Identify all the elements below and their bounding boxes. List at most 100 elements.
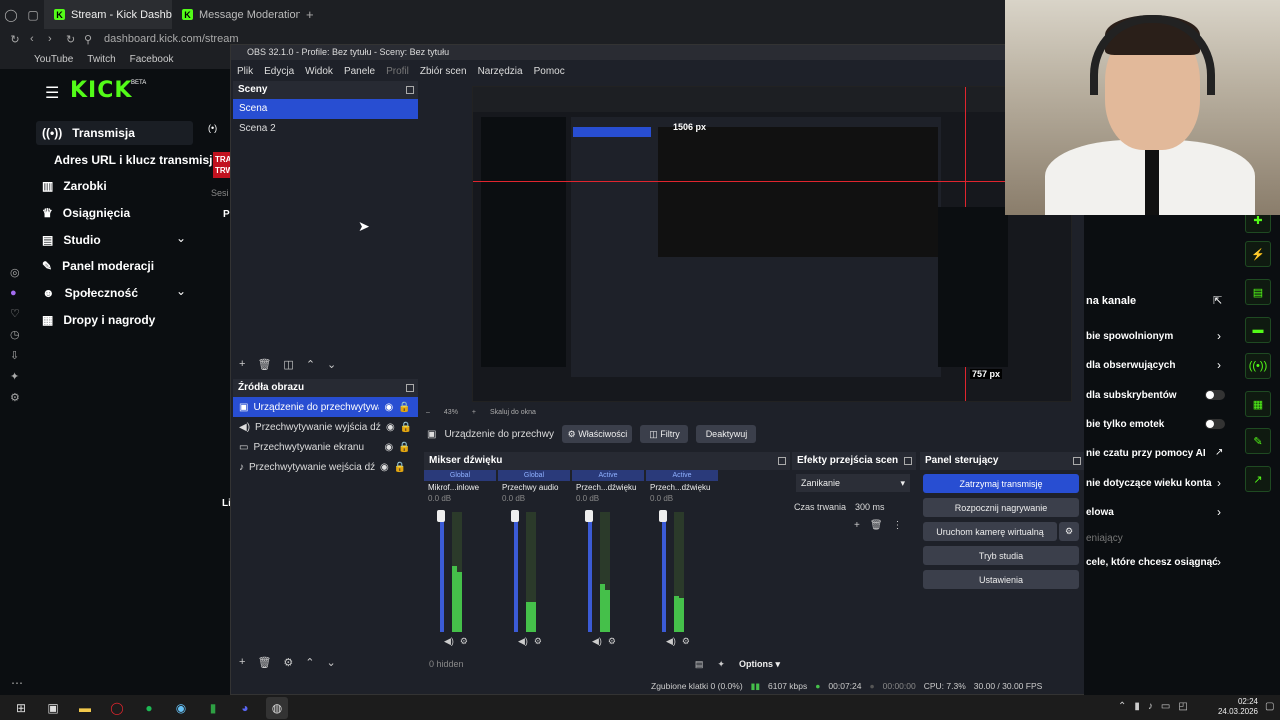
cs-icon[interactable]: ●: [10, 287, 20, 299]
speaker-icon[interactable]: ◀): [518, 636, 528, 647]
virtual-cam-settings-button[interactable]: ⚙: [1059, 522, 1079, 541]
subscribers-toggle[interactable]: [1205, 390, 1225, 400]
spolecznosc-chevron-icon[interactable]: ⌄: [176, 284, 186, 298]
studio-mode-button[interactable]: Tryb studia: [923, 546, 1079, 565]
chevron-right-icon[interactable]: ›: [1217, 505, 1221, 519]
source-item[interactable]: ▭ Przechwytywanie ekranu ◉ 🔒: [233, 437, 418, 457]
filters-button[interactable]: ◫ Filtry: [640, 425, 689, 443]
up-icon[interactable]: ⌃: [305, 656, 314, 669]
lock-icon[interactable]: 🔒: [400, 422, 412, 433]
menu-help[interactable]: Pomoc: [534, 66, 565, 77]
steam-icon[interactable]: ◉: [170, 697, 192, 719]
mixer-options-button[interactable]: Options ▾: [739, 659, 780, 670]
nav-item-transmisja[interactable]: ((•)) Transmisja: [42, 126, 135, 140]
add-icon[interactable]: +: [239, 656, 245, 668]
rail-button[interactable]: ▬: [1245, 317, 1271, 343]
zoom-in-icon[interactable]: +: [472, 409, 476, 416]
rail-button[interactable]: ⚡: [1245, 241, 1271, 267]
goals-item[interactable]: cele, które chcesz osiągnąć: [1086, 557, 1218, 568]
app-icon[interactable]: ▮: [202, 697, 224, 719]
controls-undock-icon[interactable]: [1073, 457, 1081, 465]
bookmark-youtube[interactable]: YouTube: [34, 54, 73, 65]
browser-menu-icon[interactable]: ◯: [0, 8, 22, 22]
opera-icon[interactable]: ◯: [106, 697, 128, 719]
tab-message-moderation[interactable]: K Message Moderation - Kic: [172, 0, 300, 29]
speaker-icon[interactable]: ◀): [666, 636, 676, 647]
nav-item-stream-url[interactable]: Adres URL i klucz transmisji: [54, 153, 216, 167]
kick-logo[interactable]: KICK: [70, 78, 132, 103]
channel-name[interactable]: Przech...dźwięku: [572, 481, 644, 494]
gear-icon[interactable]: ⚙: [608, 636, 616, 647]
down-icon[interactable]: ⌄: [327, 656, 336, 669]
rail-button[interactable]: ▦: [1245, 391, 1271, 417]
transition-select[interactable]: Zanikanie ▾: [796, 474, 910, 492]
nav-item-osiagniecia[interactable]: ♛ Osiągnięcia: [42, 206, 130, 220]
notifications-icon[interactable]: ▢: [1265, 701, 1274, 712]
source-item[interactable]: ◀)Przechwytywanie wyjścia dźwięku◉🔒: [233, 417, 418, 437]
rail-button[interactable]: ↗: [1245, 466, 1271, 492]
chat-setting-ai[interactable]: nie czatu przy pomocy AI: [1086, 448, 1206, 459]
rail-button[interactable]: ((•)): [1245, 353, 1271, 379]
scale-label[interactable]: Skaluj do okna: [490, 409, 536, 416]
hamburger-icon[interactable]: ☰: [45, 83, 59, 103]
source-item[interactable]: ▣Urządzenie do przechwytywania◉🔒: [233, 397, 418, 417]
start-recording-button[interactable]: Rozpocznij nagrywanie: [923, 498, 1079, 517]
chat-setting-followers[interactable]: dla obserwujących: [1086, 360, 1175, 371]
nav-item-studio[interactable]: ▤ Studio: [42, 233, 101, 247]
properties-button[interactable]: ⚙ Właściwości: [562, 425, 633, 443]
emotes-toggle[interactable]: [1205, 419, 1225, 429]
menu-tools[interactable]: Narzędzia: [478, 66, 523, 77]
source-item[interactable]: ♪Przechwytywanie wejścia dźwięku◉🔒: [233, 457, 418, 477]
channel-name[interactable]: Mikrof...inlowe: [424, 481, 496, 494]
forward-icon[interactable]: ›: [48, 33, 66, 45]
spotify-icon[interactable]: ●: [138, 697, 160, 719]
discord-icon[interactable]: ◕: [234, 697, 256, 719]
chat-setting-goal[interactable]: elowa: [1086, 507, 1114, 518]
menu-edit[interactable]: Edycja: [264, 66, 294, 77]
eye-icon[interactable]: ◉: [386, 422, 395, 433]
scene-item[interactable]: Scena 2: [233, 119, 418, 139]
stop-stream-button[interactable]: Zatrzymaj transmisję: [923, 474, 1079, 493]
fader-handle[interactable]: [511, 510, 519, 522]
sources-undock-icon[interactable]: [406, 384, 414, 392]
duration-input[interactable]: 300 ms: [852, 499, 904, 515]
menu-file[interactable]: Plik: [237, 66, 253, 77]
start-icon[interactable]: ⊞: [10, 697, 32, 719]
external-link-icon[interactable]: ↗: [1215, 447, 1223, 458]
nav-item-panel-moderacji[interactable]: ✎ Panel moderacji: [42, 259, 154, 273]
eye-icon[interactable]: ◉: [384, 402, 393, 413]
new-tab-icon[interactable]: +: [306, 7, 314, 22]
zoom-out-icon[interactable]: –: [426, 409, 430, 416]
popout-icon[interactable]: ⇱: [1213, 294, 1222, 307]
lock-icon[interactable]: 🔒: [394, 462, 406, 473]
back-icon[interactable]: ‹: [30, 33, 48, 45]
chat-setting-emotes[interactable]: bie tylko emotek: [1086, 419, 1164, 430]
channel-name[interactable]: Przech...dźwięku: [646, 481, 718, 494]
filter-icon[interactable]: ◫: [283, 358, 293, 371]
up-icon[interactable]: ⌃: [306, 358, 315, 371]
download-icon[interactable]: ⇩: [10, 349, 20, 362]
remove-icon[interactable]: 🗑: [870, 520, 883, 531]
nav-item-dropy[interactable]: ▦ Dropy i nagrody: [42, 313, 155, 327]
lock-icon[interactable]: 🔒: [398, 402, 410, 413]
add-icon[interactable]: +: [854, 520, 860, 531]
fader-handle[interactable]: [659, 510, 667, 522]
tab-stream-dashboard[interactable]: K Stream - Kick Dashboard: [44, 0, 172, 29]
reload-icon[interactable]: ↻: [0, 33, 30, 46]
more-icon[interactable]: ⋯: [11, 676, 23, 690]
speaker-icon[interactable]: ◀): [444, 636, 454, 647]
menu-scene-collection[interactable]: Zbiór scen: [420, 66, 467, 77]
obs-icon[interactable]: ◍: [266, 696, 288, 719]
channel-name[interactable]: Przechwy audio: [498, 481, 570, 494]
eye-icon[interactable]: ◉: [384, 442, 393, 453]
explorer-icon[interactable]: ▬: [74, 697, 96, 719]
transitions-undock-icon[interactable]: [904, 457, 912, 465]
site-settings-icon[interactable]: ⚲: [84, 33, 104, 46]
chevron-right-icon[interactable]: ›: [1217, 476, 1221, 490]
fader[interactable]: [588, 512, 592, 632]
bookmark-facebook[interactable]: Facebook: [130, 54, 174, 65]
chevron-right-icon[interactable]: ›: [1217, 358, 1221, 372]
bookmark-twitch[interactable]: Twitch: [87, 54, 115, 65]
rail-button[interactable]: ▤: [1245, 279, 1271, 305]
settings-icon[interactable]: ⚙: [10, 391, 20, 404]
